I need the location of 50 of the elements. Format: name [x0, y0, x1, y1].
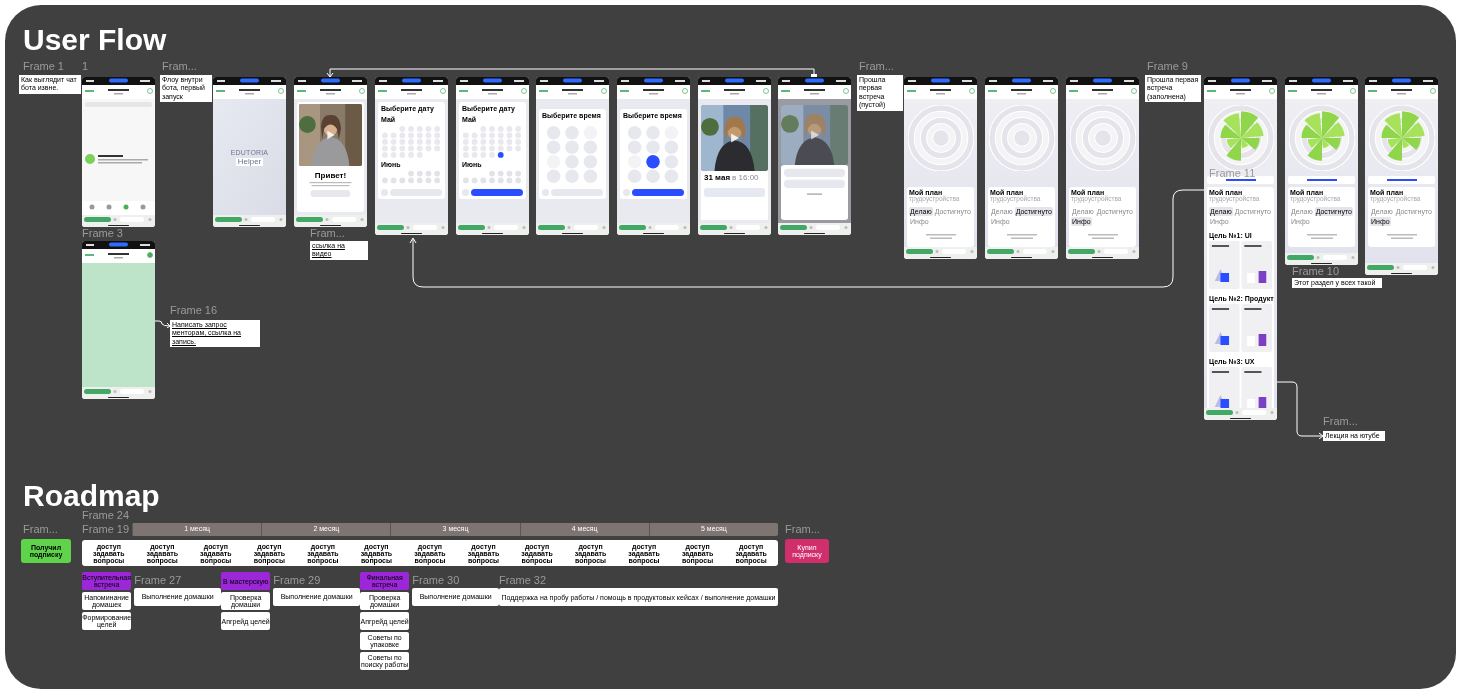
back-button[interactable] — [542, 188, 549, 196]
book-meeting-link[interactable] — [1368, 176, 1435, 184]
empty-state-drawing — [1087, 233, 1118, 239]
book-meeting-link[interactable] — [1288, 176, 1355, 184]
frame-label: Fram... — [310, 228, 345, 239]
calendar-drawing — [462, 124, 523, 159]
radar-chart-drawing — [1368, 105, 1435, 171]
radar-chart-drawing — [1069, 105, 1136, 171]
frame-label: Fram... — [162, 61, 197, 72]
frame-label: Frame 9 — [1147, 61, 1188, 72]
next-button[interactable] — [632, 188, 684, 196]
radar-chart-drawing — [1207, 105, 1274, 171]
action-sheet-drawing — [781, 165, 848, 220]
empty-state-drawing — [1306, 233, 1337, 239]
frame-label: Frame 1 — [23, 61, 64, 72]
frame-label: Frame 16 — [170, 305, 218, 316]
book-meeting-link[interactable] — [1207, 176, 1274, 184]
frame-label: Frame 24 — [82, 510, 130, 521]
section-title: User Flow — [23, 25, 167, 55]
empty-state-drawing — [1006, 233, 1037, 239]
next-button[interactable] — [471, 188, 523, 196]
brand-badge: Helper — [235, 157, 264, 166]
empty-state-drawing — [1386, 233, 1417, 239]
connector-arrow — [153, 318, 171, 328]
frame-label: 1 — [82, 61, 89, 72]
frame-label: Frame 29 — [273, 575, 322, 586]
meeting-link-button[interactable] — [704, 188, 765, 197]
frame-label: Frame 3 — [82, 228, 123, 239]
frame-label: Frame 19 — [82, 524, 130, 535]
back-button[interactable] — [462, 188, 469, 196]
back-button[interactable] — [623, 188, 630, 196]
frame-label: Frame 30 — [412, 575, 461, 586]
greeting-title: Привет! — [313, 171, 348, 181]
meeting-time: в 16:00 — [732, 174, 759, 182]
empty-state-drawing — [925, 233, 956, 239]
frame-label: Fram... — [859, 61, 894, 72]
frame-label: Frame 32 — [499, 575, 548, 586]
radar-chart-drawing — [907, 105, 974, 171]
back-button[interactable] — [381, 188, 388, 196]
radar-chart-drawing — [988, 105, 1055, 171]
radar-chart-drawing — [1288, 105, 1355, 171]
frame-label: Frame 11 — [1209, 168, 1256, 179]
frame-label: Frame 10 — [1292, 266, 1340, 277]
frame-label: Fram... — [1323, 416, 1358, 427]
calendar-drawing — [462, 169, 523, 184]
meeting-date: 31 мая — [704, 174, 731, 182]
calendar-drawing — [381, 169, 442, 184]
frame-label: Fram... — [785, 524, 820, 535]
frame-label: Fram... — [23, 524, 58, 535]
frame-label: Frame 27 — [134, 575, 183, 586]
